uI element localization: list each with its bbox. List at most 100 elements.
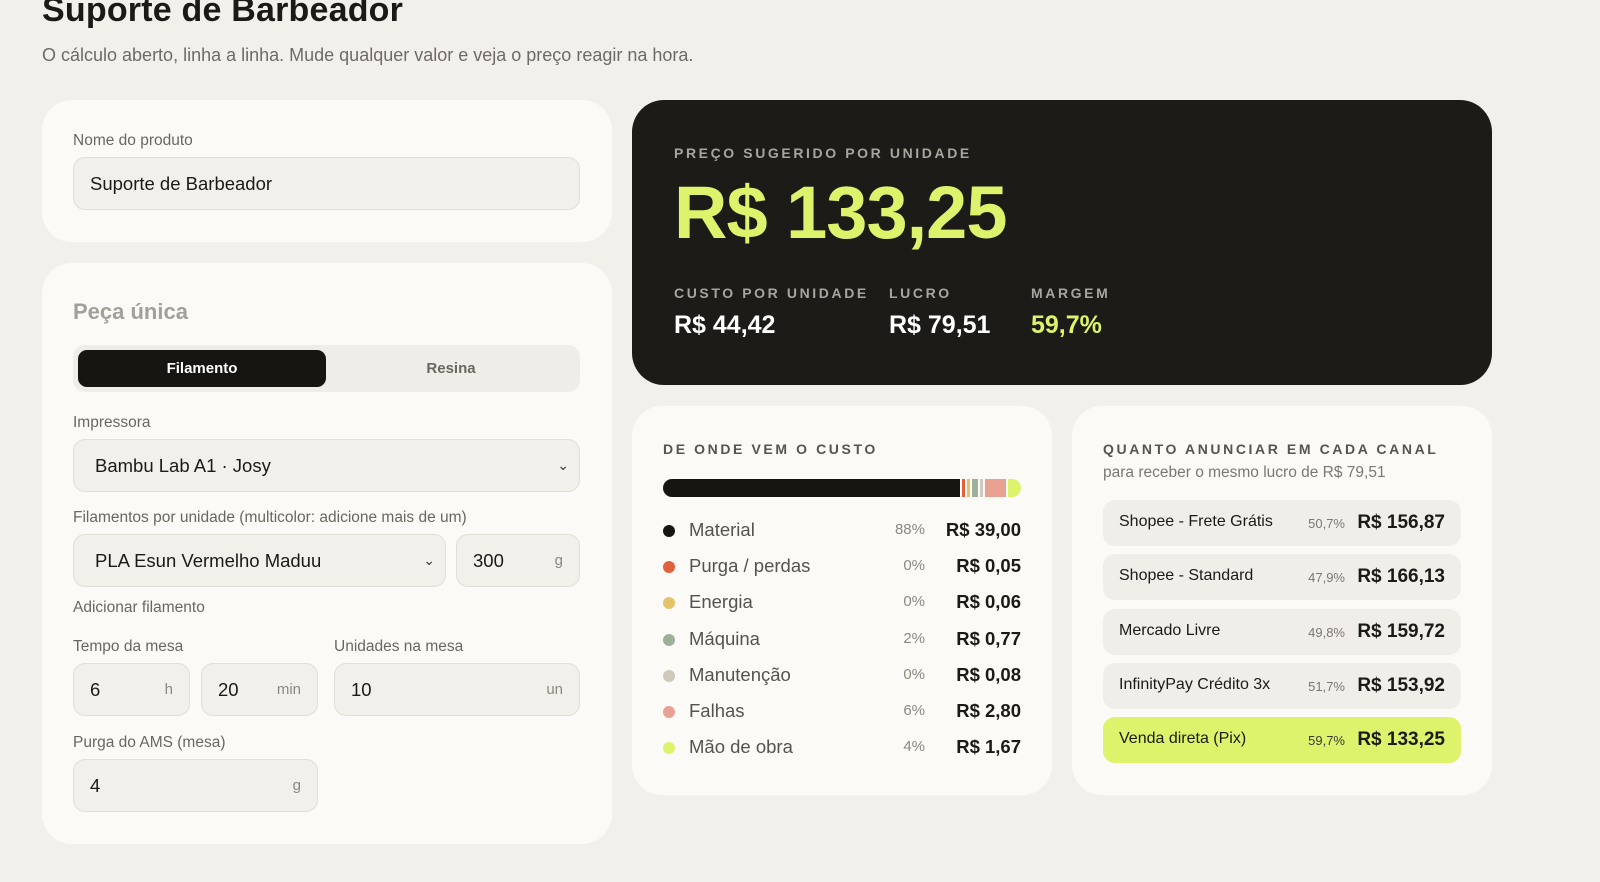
table-time-label: Tempo da mesa [73,638,184,655]
chevron-down-icon: ⌄ [423,552,435,568]
ams-purge-value: 4 [90,774,101,796]
units-unit: un [546,681,563,698]
cost-name: Máquina [689,627,760,649]
cost-pct: 4% [903,738,925,756]
channel-margin: 59,7% [1308,733,1345,749]
minutes-unit: min [276,681,301,698]
cost-name: Material [689,519,755,540]
channel-name: Mercado Livre [1119,621,1221,639]
tab-filament[interactable]: Filamento [78,350,326,387]
ams-purge-label: Purga do AMS (mesa) [73,734,226,751]
channel-price: R$ 156,87 [1357,512,1445,533]
cost-amount: R$ 0,05 [956,555,1021,577]
product-name-card: Nome do produto Suporte de Barbeador [42,100,612,242]
product-name-label: Nome do produto [73,132,193,149]
suggested-price-value: R$ 133,25 [674,171,1007,254]
unit-cost-value: R$ 44,42 [674,311,776,339]
section-title: Peça única [73,299,188,324]
cost-pct: 6% [903,702,925,719]
channels-card: QUANTO ANUNCIAR EM CADA CANAL para receb… [1072,406,1492,795]
filament-grams-input[interactable]: 300 g [456,534,580,587]
cost-bar-segment [972,479,978,497]
cost-amount: R$ 39,00 [945,519,1021,540]
ams-purge-input[interactable]: 4 g [73,759,318,812]
legend-dot-icon [663,561,675,574]
cost-bar-segment [967,479,971,497]
channel-name: Shopee - Frete Grátis [1119,513,1273,530]
channel-margin: 51,7% [1308,678,1345,694]
product-name-value: Suporte de Barbeador [90,172,273,194]
single-piece-card: Peça única Filamento Resina Impressora B… [42,263,612,844]
cost-bar-segment [962,479,966,497]
channel-margin: 47,9% [1308,570,1345,586]
channel-price: R$ 159,72 [1357,620,1445,642]
cost-pct: 2% [903,629,925,647]
legend-dot-icon [663,706,675,718]
cost-pct: 0% [903,665,925,683]
channel-row: Shopee - Frete Grátis 50,7% R$ 156,87 [1103,500,1461,546]
page-title: Suporte de Barbeador [42,0,404,29]
units-value: 10 [351,678,372,700]
filament-value: PLA Esun Vermelho Maduu [95,549,322,571]
hours-unit: h [164,681,173,698]
hours-value: 6 [90,678,101,700]
filament-select[interactable]: PLA Esun Vermelho Maduu ⌄ [73,534,446,587]
cost-name: Falhas [689,700,745,721]
cost-amount: R$ 2,80 [956,700,1021,721]
minutes-value: 20 [218,678,239,700]
cost-row: Falhas 6% R$ 2,80 [663,700,1021,724]
filaments-label: Filamentos por unidade (multicolor: adic… [73,509,467,526]
cost-name: Manutenção [689,663,791,685]
channel-price: R$ 133,25 [1357,729,1445,751]
channel-name: InfinityPay Crédito 3x [1119,675,1271,693]
units-input[interactable]: 10 un [334,663,580,716]
page-subtitle: O cálculo aberto, linha a linha. Mude qu… [42,45,694,65]
product-name-input[interactable]: Suporte de Barbeador [73,157,580,210]
ams-purge-unit: g [292,777,301,794]
channel-row: Mercado Livre 49,8% R$ 159,72 [1103,608,1461,655]
cost-pct: 0% [903,593,925,611]
cost-row: Purga / perdas 0% R$ 0,05 [663,555,1021,579]
legend-dot-icon [663,669,675,682]
legend-dot-icon [663,633,675,646]
printer-label: Impressora [73,414,151,431]
cost-amount: R$ 1,67 [956,736,1021,758]
cost-name: Mão de obra [689,736,793,758]
tab-resin[interactable]: Resina [327,350,575,387]
cost-bar-segment [663,479,961,497]
profit-value: R$ 79,51 [889,311,991,339]
profit-label: LUCRO [889,285,952,301]
channels-title: QUANTO ANUNCIAR EM CADA CANAL [1103,441,1439,457]
cost-row: Mão de obra 4% R$ 1,67 [663,736,1021,760]
printer-value: Bambu Lab A1 · Josy [95,454,271,476]
margin-label: MARGEM [1031,285,1111,301]
channel-name: Shopee - Standard [1119,567,1254,585]
legend-dot-icon [663,597,675,610]
cost-row: Manutenção 0% R$ 0,08 [663,664,1021,688]
unit-cost-label: CUSTO POR UNIDADE [674,285,869,301]
cost-name: Purga / perdas [689,555,811,577]
cost-pct: 0% [903,557,925,575]
channel-name: Venda direta (Pix) [1119,730,1247,748]
channel-row: InfinityPay Crédito 3x 51,7% R$ 153,92 [1103,662,1461,709]
cost-amount: R$ 0,06 [956,591,1021,613]
margin-value: 59,7% [1031,311,1102,339]
cost-amount: R$ 0,08 [956,663,1021,685]
minutes-input[interactable]: 20 min [201,663,318,716]
suggested-price-card: PREÇO SUGERIDO POR UNIDADE R$ 133,25 CUS… [632,100,1492,385]
add-filament-link[interactable]: Adicionar filamento [73,599,205,617]
channel-row: Shopee - Standard 47,9% R$ 166,13 [1103,554,1461,601]
grams-unit: g [554,552,563,569]
printer-select[interactable]: Bambu Lab A1 · Josy ⌄ [73,439,580,492]
cost-row: Material 88% R$ 39,00 [663,519,1021,543]
cost-row: Energia 0% R$ 0,06 [663,591,1021,615]
legend-dot-icon [663,525,675,537]
cost-amount: R$ 0,77 [956,627,1021,649]
cost-name: Energia [689,591,753,613]
filament-grams-value: 300 [473,549,504,571]
cost-pct: 88% [894,521,925,538]
cost-breakdown-card: DE ONDE VEM O CUSTO Material 88% R$ 39,00 P… [632,406,1052,795]
hours-input[interactable]: 6 h [73,663,190,716]
chevron-down-icon: ⌄ [557,457,569,473]
cost-bar-segment [1008,479,1021,497]
